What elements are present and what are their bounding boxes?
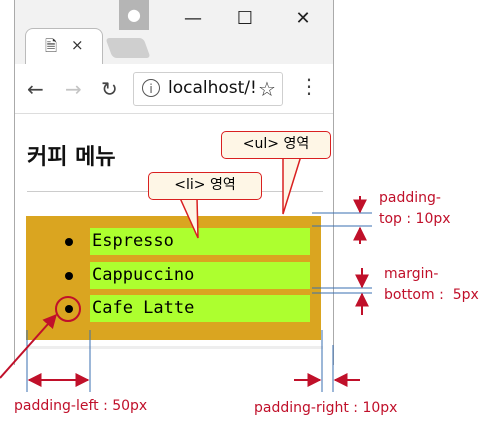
padding-right-label: padding-right : 10px xyxy=(254,400,398,416)
padding-left-label: padding-left : 50px xyxy=(14,398,148,414)
li-callout: <li> 영역 xyxy=(148,172,262,200)
padding-top-value: top : 10px xyxy=(379,211,451,227)
margin-bottom-label: margin- xyxy=(384,266,439,282)
li-callout-tail xyxy=(178,197,199,239)
ul-callout-tail xyxy=(282,155,303,215)
padding-top-label: padding- xyxy=(379,190,441,206)
ul-callout: <ul> 영역 xyxy=(221,131,331,159)
margin-bottom-value: bottom : 5px xyxy=(384,287,479,303)
